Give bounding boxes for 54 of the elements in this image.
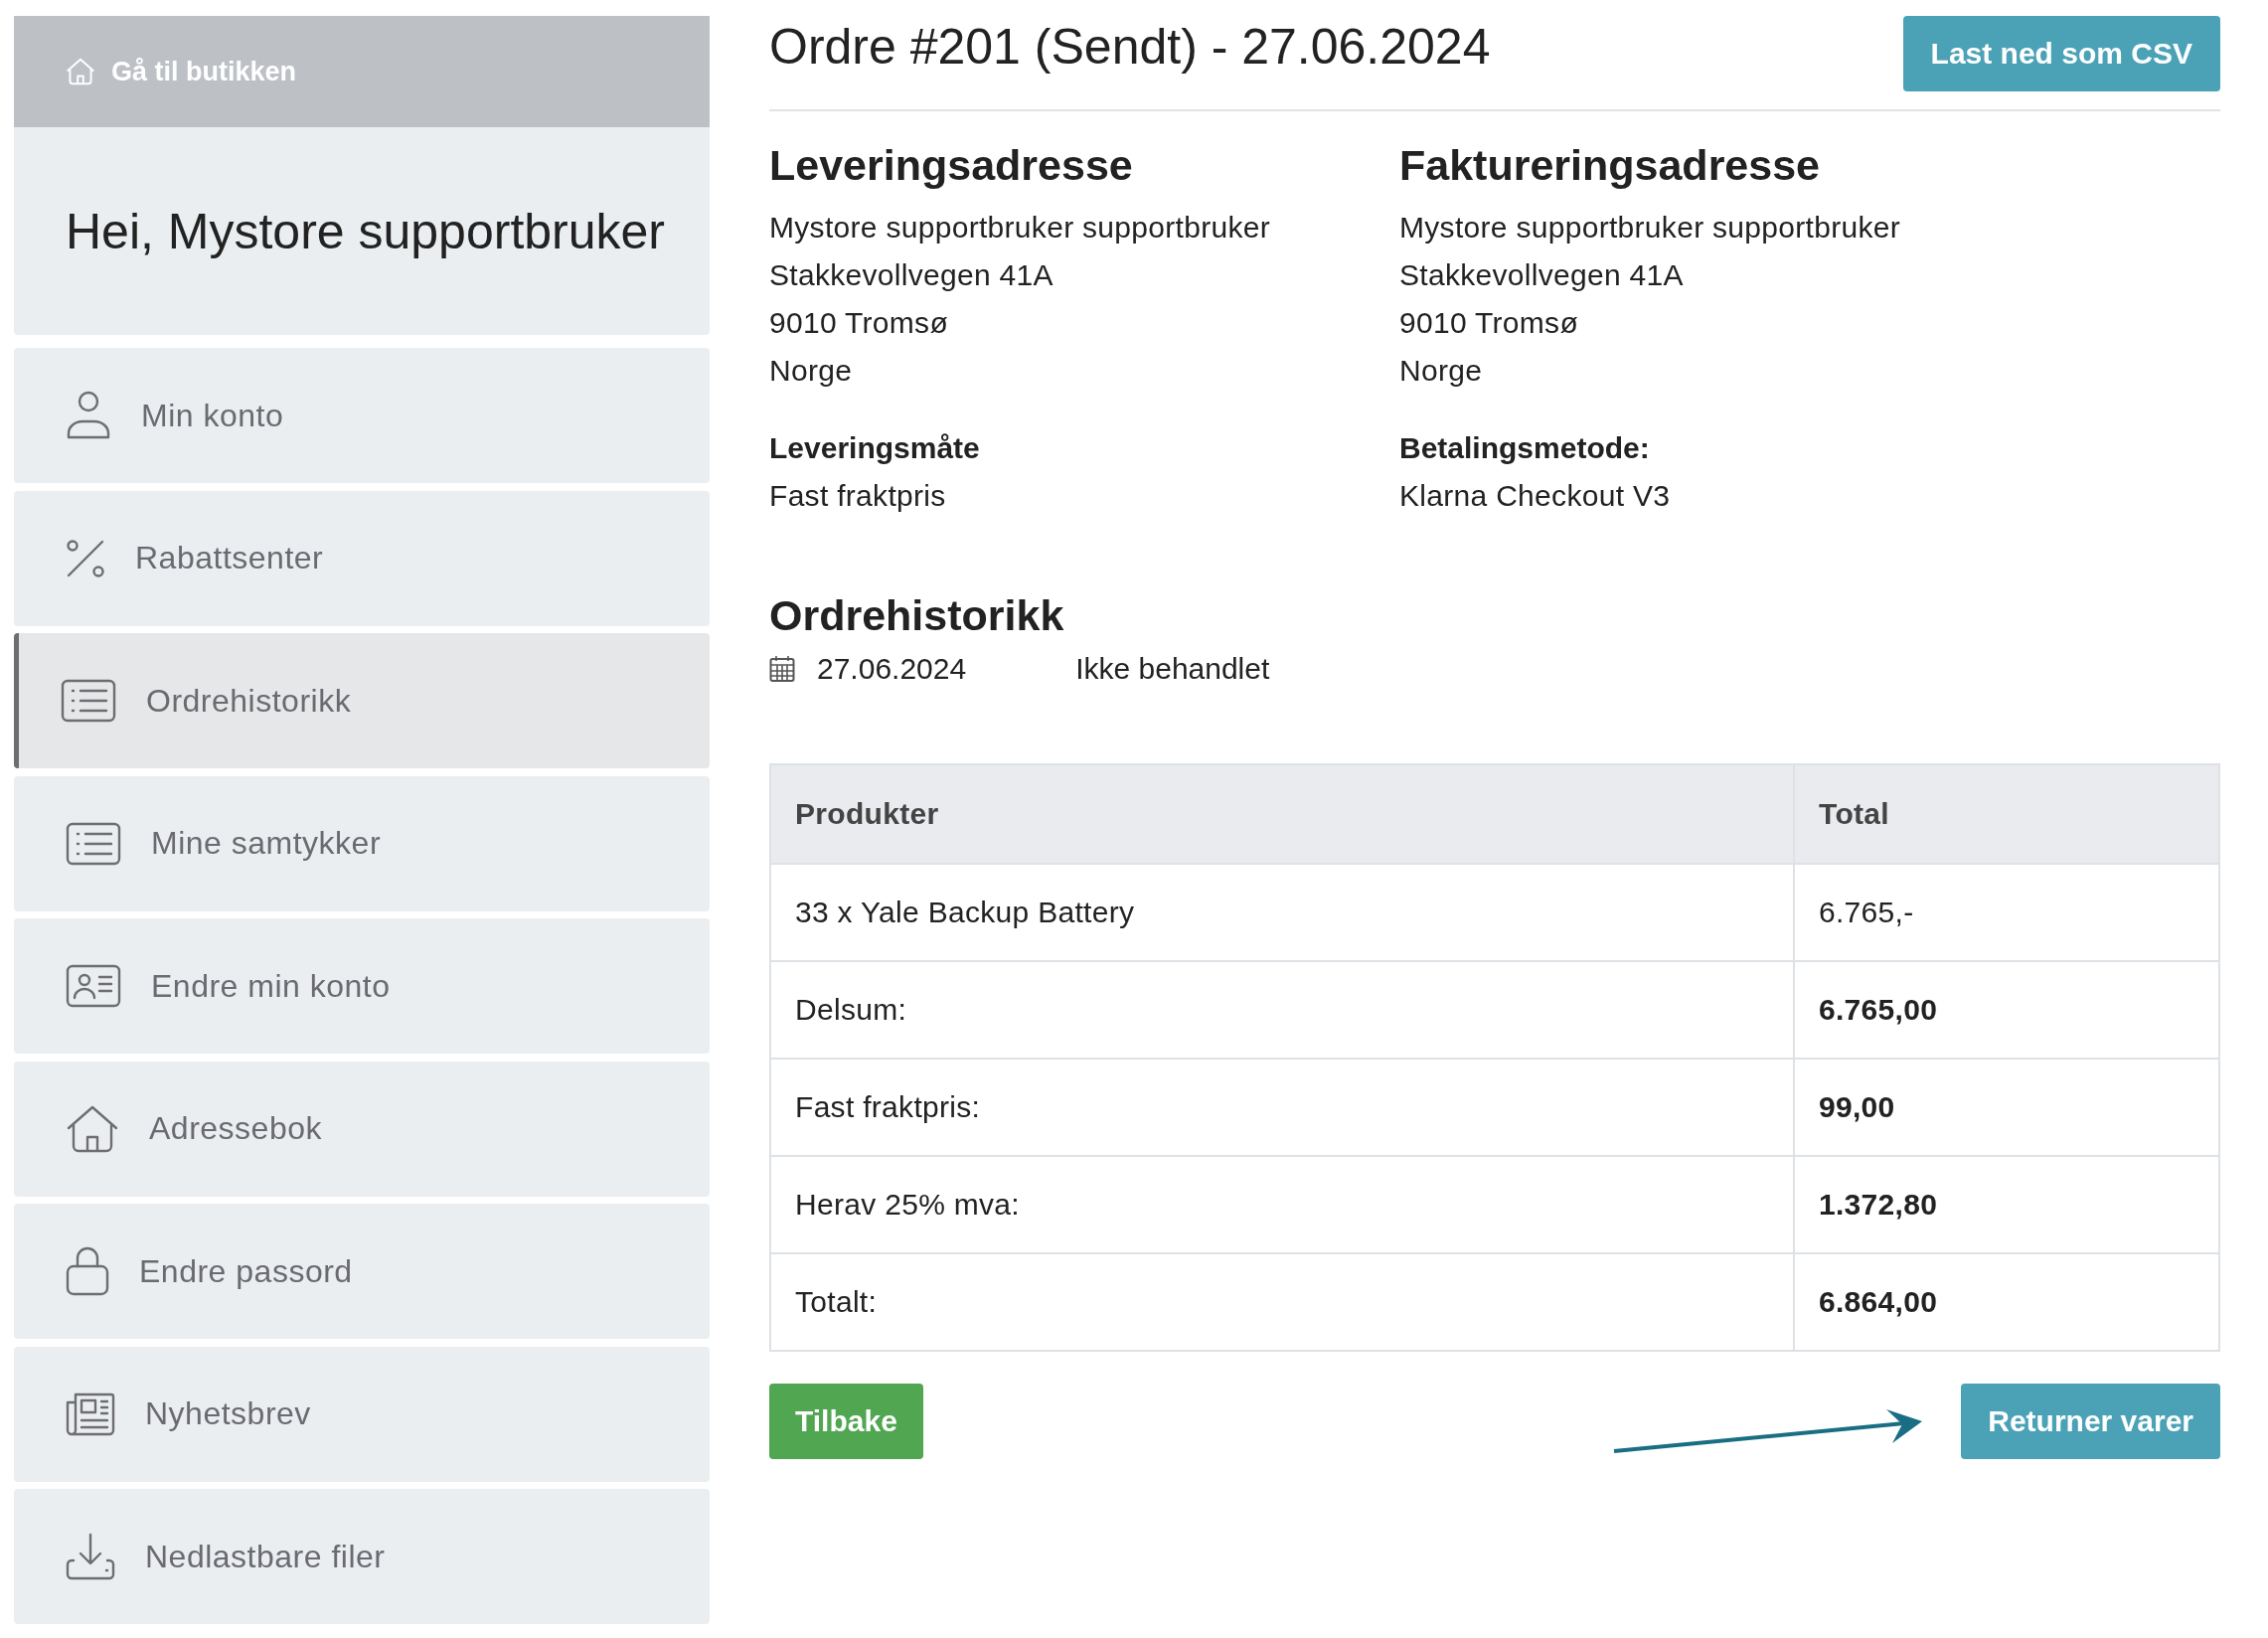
- table-cell: Fast fraktpris:: [770, 1059, 1794, 1156]
- method-label: Betalingsmetode:: [1399, 430, 1651, 466]
- address-heading: Faktureringsadresse: [1399, 141, 1822, 190]
- address-line: Norge: [1399, 353, 1484, 389]
- table-cell: Totalt:: [770, 1253, 1794, 1351]
- sidebar-item[interactable]: Mine samtykker: [14, 775, 710, 911]
- column-header: Total: [1794, 764, 2219, 864]
- table-cell: Herav 25% mva:: [770, 1156, 1794, 1253]
- padlock-icon: [66, 1246, 109, 1296]
- method-value: Klarna Checkout V3: [1399, 478, 1672, 514]
- greeting-text: Hei, Mystore supportbruker: [66, 202, 665, 260]
- address-heading: Leveringsadresse: [769, 141, 1134, 190]
- list-icon: [66, 821, 121, 866]
- download-csv-button[interactable]: Last ned som CSV: [1902, 16, 2220, 91]
- address-line: 9010 Tromsø: [1399, 305, 1580, 341]
- house-icon: [66, 57, 95, 86]
- table-cell: 6.864,00: [1794, 1253, 2219, 1351]
- column-header: Produkter: [770, 764, 1794, 864]
- download-icon: [66, 1533, 115, 1580]
- sidebar-item[interactable]: Nyhetsbrev: [14, 1346, 710, 1482]
- order-title: Ordre #201 (Sendt) - 27.06.2024: [769, 18, 1491, 76]
- sidebar-item[interactable]: Ordrehistorikk: [14, 633, 710, 768]
- history-date: 27.06.2024: [817, 652, 967, 686]
- address-line: Mystore supportbruker supportbruker: [769, 210, 1272, 246]
- back-button[interactable]: Tilbake: [769, 1384, 923, 1459]
- person-icon: [66, 390, 111, 441]
- sidebar-item[interactable]: Endre min konto: [14, 918, 710, 1054]
- table-cell: Delsum:: [770, 961, 1794, 1059]
- address-line: Stakkevollvegen 41A: [1399, 257, 1685, 293]
- percent-icon: [66, 538, 105, 578]
- table-cell: 1.372,80: [1794, 1156, 2219, 1253]
- id-card-icon: [66, 964, 121, 1008]
- newspaper-icon: [66, 1392, 115, 1436]
- table-cell: 99,00: [1794, 1059, 2219, 1156]
- list-icon: [61, 679, 116, 723]
- table-cell: 6.765,00: [1794, 961, 2219, 1059]
- address-line: 9010 Tromsø: [769, 305, 950, 341]
- house-icon: [66, 1103, 119, 1154]
- history-heading: Ordrehistorikk: [769, 591, 1065, 640]
- address-line: Norge: [769, 353, 854, 389]
- sidebar-item[interactable]: Adressebok: [14, 1061, 710, 1197]
- sidebar-item[interactable]: Nedlastbare filer: [14, 1489, 710, 1624]
- history-status: Ikke behandlet: [1075, 652, 1270, 686]
- method-value: Fast fraktpris: [769, 478, 947, 514]
- address-line: Mystore supportbruker supportbruker: [1399, 210, 1902, 246]
- sidebar-item[interactable]: Min konto: [14, 348, 710, 483]
- calendar-icon: [769, 655, 795, 683]
- sidebar-item[interactable]: Rabattsenter: [14, 490, 710, 626]
- table-cell: 6.765,-: [1794, 864, 2219, 961]
- sidebar-item[interactable]: Endre passord: [14, 1204, 710, 1339]
- method-label: Leveringsmåte: [769, 430, 981, 466]
- return-items-button[interactable]: Returner varer: [1961, 1384, 2220, 1459]
- table-cell: 33 x Yale Backup Battery: [770, 864, 1794, 961]
- address-line: Stakkevollvegen 41A: [769, 257, 1054, 293]
